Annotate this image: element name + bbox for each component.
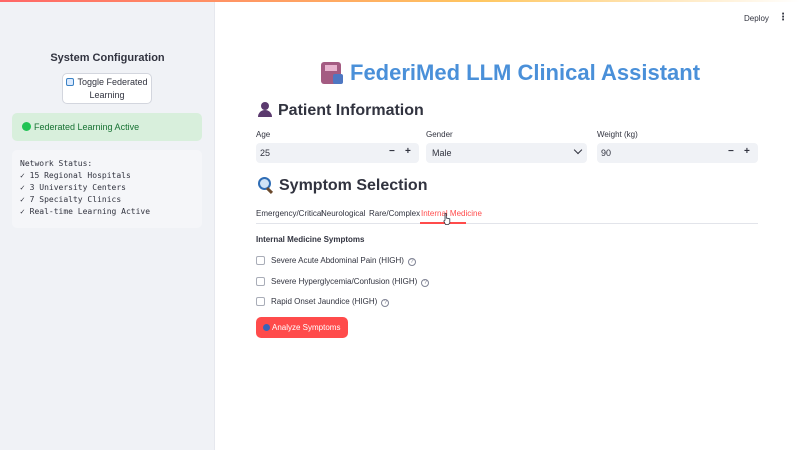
sidebar-title: System Configuration [50,52,165,64]
symptom-tabs: Emergency/Critical Neurological Rare/Com… [256,206,758,224]
blue-circle-icon [263,324,270,331]
symptom-selection-heading-text: Symptom Selection [279,177,428,194]
network-status-line: ✓ 3 University Centers [20,183,126,192]
weight-label: Weight (kg) [597,130,638,139]
weight-value: 90 [601,148,612,158]
tab-neurological[interactable]: Neurological [321,209,365,218]
hand-cursor-icon [443,213,451,225]
age-value: 25 [260,148,271,158]
weight-increment-button[interactable]: + [744,146,750,157]
sidebar: System Configuration Toggle Federated Le… [0,2,215,450]
toggle-federated-button[interactable]: Toggle Federated Learning [62,73,152,104]
green-circle-icon [22,122,31,131]
age-increment-button[interactable]: + [405,146,411,157]
weight-decrement-button[interactable]: − [728,146,734,157]
vertical-dots-icon[interactable]: ⋮ [778,13,788,23]
help-icon[interactable]: ? [407,258,416,266]
symptom-selection-heading: Symptom Selection [258,177,427,195]
symptom-checkbox-row[interactable]: Severe Acute Abdominal Pain (HIGH)? [256,256,416,266]
symptom-label: Severe Hyperglycemia/Confusion (HIGH) [271,277,418,286]
patient-info-heading: Patient Information [258,102,424,120]
checkbox[interactable] [256,277,265,286]
network-status-line: ✓ 15 Regional Hospitals [20,171,131,180]
page-title-text: FederiMed LLM Clinical Assistant [350,60,701,85]
network-status-box: Network Status: ✓ 15 Regional Hospitals … [12,150,202,228]
federated-status-text: Federated Learning Active [34,122,140,132]
page-title: FederiMed LLM Clinical Assistant [318,60,701,90]
tab-internal-medicine[interactable]: Internal Medicine [421,209,482,218]
symptom-checkbox-row[interactable]: Severe Hyperglycemia/Confusion (HIGH)? [256,277,430,287]
chevron-down-icon [573,145,583,155]
magnifying-glass-icon [258,177,273,192]
tab-emergency-critical[interactable]: Emergency/Critical [256,209,323,218]
toggle-federated-label: Toggle Federated Learning [77,77,148,100]
age-label: Age [256,130,271,139]
network-status-line: ✓ Real-time Learning Active [20,207,151,216]
symptom-label: Severe Acute Abdominal Pain (HIGH) [271,256,404,265]
internal-medicine-subheading: Internal Medicine Symptoms [256,235,365,244]
analyze-symptoms-button[interactable]: Analyze Symptoms [256,317,348,338]
refresh-icon [66,78,75,86]
help-icon[interactable]: ? [421,279,430,287]
checkbox[interactable] [256,297,265,306]
age-input[interactable]: 25 − + [256,143,419,163]
tab-rare-complex[interactable]: Rare/Complex [369,209,420,218]
weight-input[interactable]: 90 − + [597,143,758,163]
federated-status-alert: Federated Learning Active [12,113,202,141]
analyze-symptoms-label: Analyze Symptoms [272,323,341,332]
age-decrement-button[interactable]: − [389,146,395,157]
gender-value: Male [432,148,452,158]
patient-info-heading-text: Patient Information [278,102,424,119]
floppy-disk-icon [321,62,343,84]
gender-label: Gender [426,130,453,139]
network-status-line: ✓ 7 Specialty Clinics [20,195,122,204]
help-icon[interactable]: ? [381,299,390,307]
person-icon [258,102,272,117]
symptom-checkbox-row[interactable]: Rapid Onset Jaundice (HIGH)? [256,297,390,307]
gender-select[interactable]: Male [426,143,587,163]
checkbox[interactable] [256,256,265,265]
deploy-button[interactable]: Deploy [744,14,769,23]
symptom-label: Rapid Onset Jaundice (HIGH) [271,297,378,306]
network-status-line: Network Status: [20,159,93,168]
